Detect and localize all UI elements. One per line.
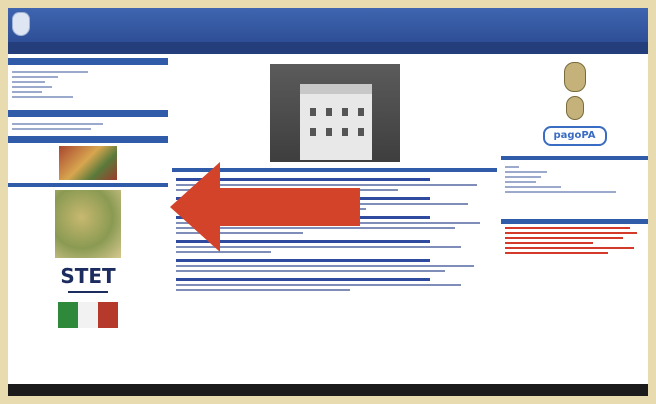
building xyxy=(299,84,372,160)
nav-item[interactable] xyxy=(221,42,292,54)
arrow-left-icon xyxy=(170,162,360,252)
map-banner[interactable] xyxy=(55,190,121,258)
nav-item[interactable] xyxy=(435,42,506,54)
top-nav xyxy=(8,42,648,54)
left-sidebar: STET xyxy=(8,58,168,384)
region-emblem-icon[interactable] xyxy=(565,96,584,120)
pagopa-logo[interactable]: pagoPA xyxy=(542,126,607,146)
nav-item[interactable] xyxy=(79,42,150,54)
page-footer xyxy=(8,384,648,396)
divider xyxy=(8,183,168,187)
town-hall-photo xyxy=(269,64,400,162)
news-title[interactable] xyxy=(176,278,430,281)
sidebar-menu xyxy=(8,65,168,104)
stet-logo[interactable]: STET xyxy=(58,261,118,299)
nav-item[interactable] xyxy=(364,42,435,54)
sidebar-menu xyxy=(8,117,168,136)
event-banner[interactable] xyxy=(59,146,117,180)
info-block xyxy=(501,160,648,199)
right-sidebar: pagoPA xyxy=(501,58,648,384)
news-title[interactable] xyxy=(176,259,430,262)
sidebar-heading xyxy=(501,219,648,224)
sidebar-heading xyxy=(8,110,168,117)
municipal-emblem-icon[interactable] xyxy=(563,62,586,92)
nav-item[interactable] xyxy=(8,42,79,54)
menu-link[interactable] xyxy=(12,96,73,98)
menu-link[interactable] xyxy=(12,128,92,130)
site-header xyxy=(8,8,648,42)
nav-item[interactable] xyxy=(577,42,648,54)
crest-icon xyxy=(12,12,30,36)
menu-link[interactable] xyxy=(12,71,88,73)
nav-item[interactable] xyxy=(292,42,363,54)
menu-link[interactable] xyxy=(12,123,104,125)
sidebar-heading xyxy=(8,58,168,65)
nav-item[interactable] xyxy=(150,42,221,54)
sidebar-heading xyxy=(8,136,168,143)
menu-link[interactable] xyxy=(12,86,52,88)
nav-item[interactable] xyxy=(506,42,577,54)
flags-banner[interactable] xyxy=(58,302,118,328)
menu-link[interactable] xyxy=(12,81,46,83)
menu-link[interactable] xyxy=(12,91,43,93)
notices-block xyxy=(501,227,648,254)
menu-link[interactable] xyxy=(12,76,58,78)
